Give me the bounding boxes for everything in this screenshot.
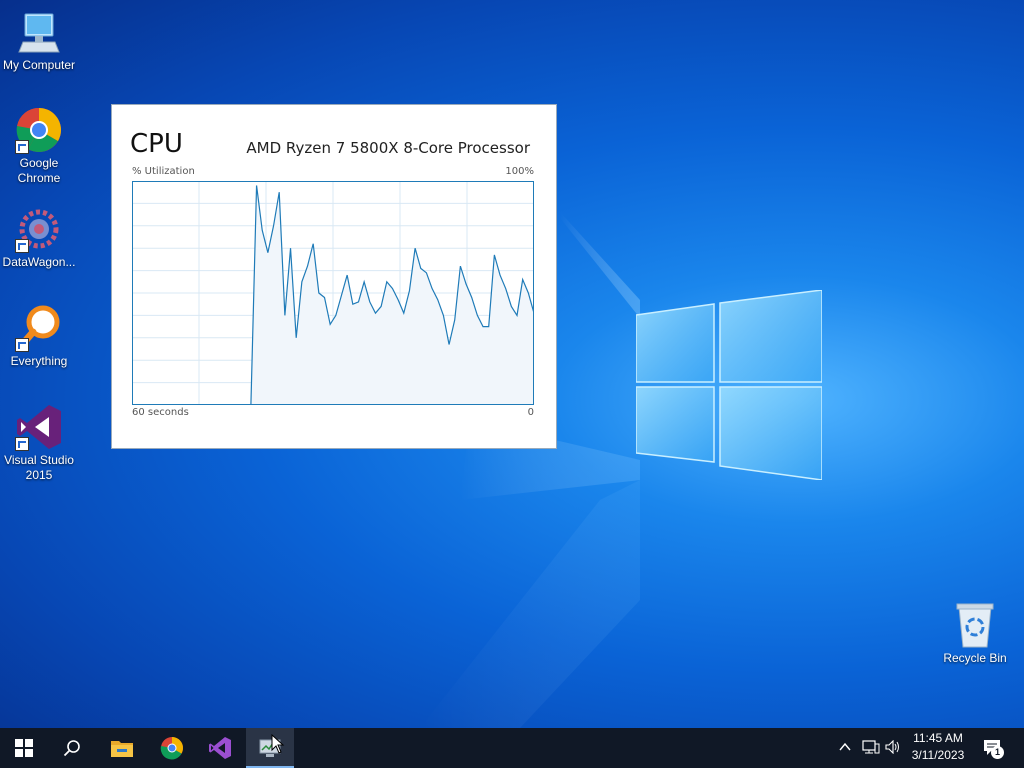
computer-icon [15, 8, 63, 56]
search-icon [63, 740, 80, 757]
visual-studio-icon [15, 403, 63, 451]
chevron-up-icon [839, 742, 851, 751]
desktop-icon-label: Recycle Bin [943, 651, 1007, 665]
search-button[interactable] [48, 728, 96, 768]
visual-studio-taskbar-button[interactable] [196, 728, 244, 768]
desktop-icon-datawagon[interactable]: DataWagon... [0, 205, 79, 270]
file-explorer-button[interactable] [98, 728, 146, 768]
y-axis-label: % Utilization [132, 166, 195, 177]
network-icon [862, 740, 880, 754]
shortcut-arrow-icon [15, 239, 29, 253]
desktop-icon-google-chrome[interactable]: Google Chrome [0, 106, 79, 186]
cpu-title: CPU [130, 129, 183, 159]
task-manager-taskbar-button[interactable] [246, 728, 294, 768]
chrome-icon [15, 106, 63, 154]
mouse-cursor-icon [271, 734, 285, 754]
everything-search-icon [15, 304, 63, 352]
desktop-icon-label: My Computer [2, 58, 76, 72]
recycle-bin-icon [951, 601, 999, 649]
visual-studio-icon [209, 737, 231, 759]
y-axis-max-label: 100% [505, 166, 534, 177]
desktop-icon-label: Everything [10, 354, 68, 368]
desktop-icon-everything[interactable]: Everything [0, 304, 79, 369]
chrome-taskbar-button[interactable] [148, 728, 196, 768]
windows-start-icon [15, 739, 33, 757]
desktop-icon-label: Google Chrome [17, 156, 61, 185]
desktop-icon-my-computer[interactable]: My Computer [0, 8, 79, 73]
network-button[interactable] [862, 740, 880, 757]
desktop-icon-label: DataWagon... [2, 255, 76, 269]
chrome-icon [160, 737, 183, 760]
desktop-icon-label: Visual Studio 2015 [4, 453, 74, 482]
clock-date: 3/11/2023 [911, 748, 965, 762]
cpu-utilization-graph [132, 181, 534, 405]
volume-button[interactable] [885, 739, 901, 757]
speaker-icon [885, 739, 899, 755]
x-axis-right-label: 0 [527, 407, 534, 418]
cpu-performance-widget[interactable]: CPU AMD Ryzen 7 5800X 8-Core Processor %… [111, 104, 557, 449]
processor-name: AMD Ryzen 7 5800X 8-Core Processor [246, 139, 530, 157]
datawagon-icon [15, 205, 63, 253]
shortcut-arrow-icon [15, 140, 29, 154]
clock-time: 11:45 AM [913, 731, 963, 745]
show-hidden-icons-button[interactable] [838, 740, 852, 757]
shortcut-arrow-icon [15, 437, 29, 451]
start-button[interactable] [0, 728, 48, 768]
x-axis-left-label: 60 seconds [132, 407, 189, 418]
windows-logo-wallpaper [636, 290, 822, 480]
action-center-button[interactable]: 1 [982, 738, 1004, 761]
folder-icon [111, 741, 133, 757]
desktop-icon-recycle-bin[interactable]: Recycle Bin [935, 601, 1015, 666]
shortcut-arrow-icon [15, 338, 29, 352]
clock[interactable]: 11:45 AM 3/11/2023 [900, 730, 976, 764]
notification-count-badge: 1 [991, 746, 1004, 759]
desktop-icon-visual-studio[interactable]: Visual Studio 2015 [0, 403, 79, 483]
taskbar: 11:45 AM 3/11/2023 1 [0, 728, 1024, 768]
